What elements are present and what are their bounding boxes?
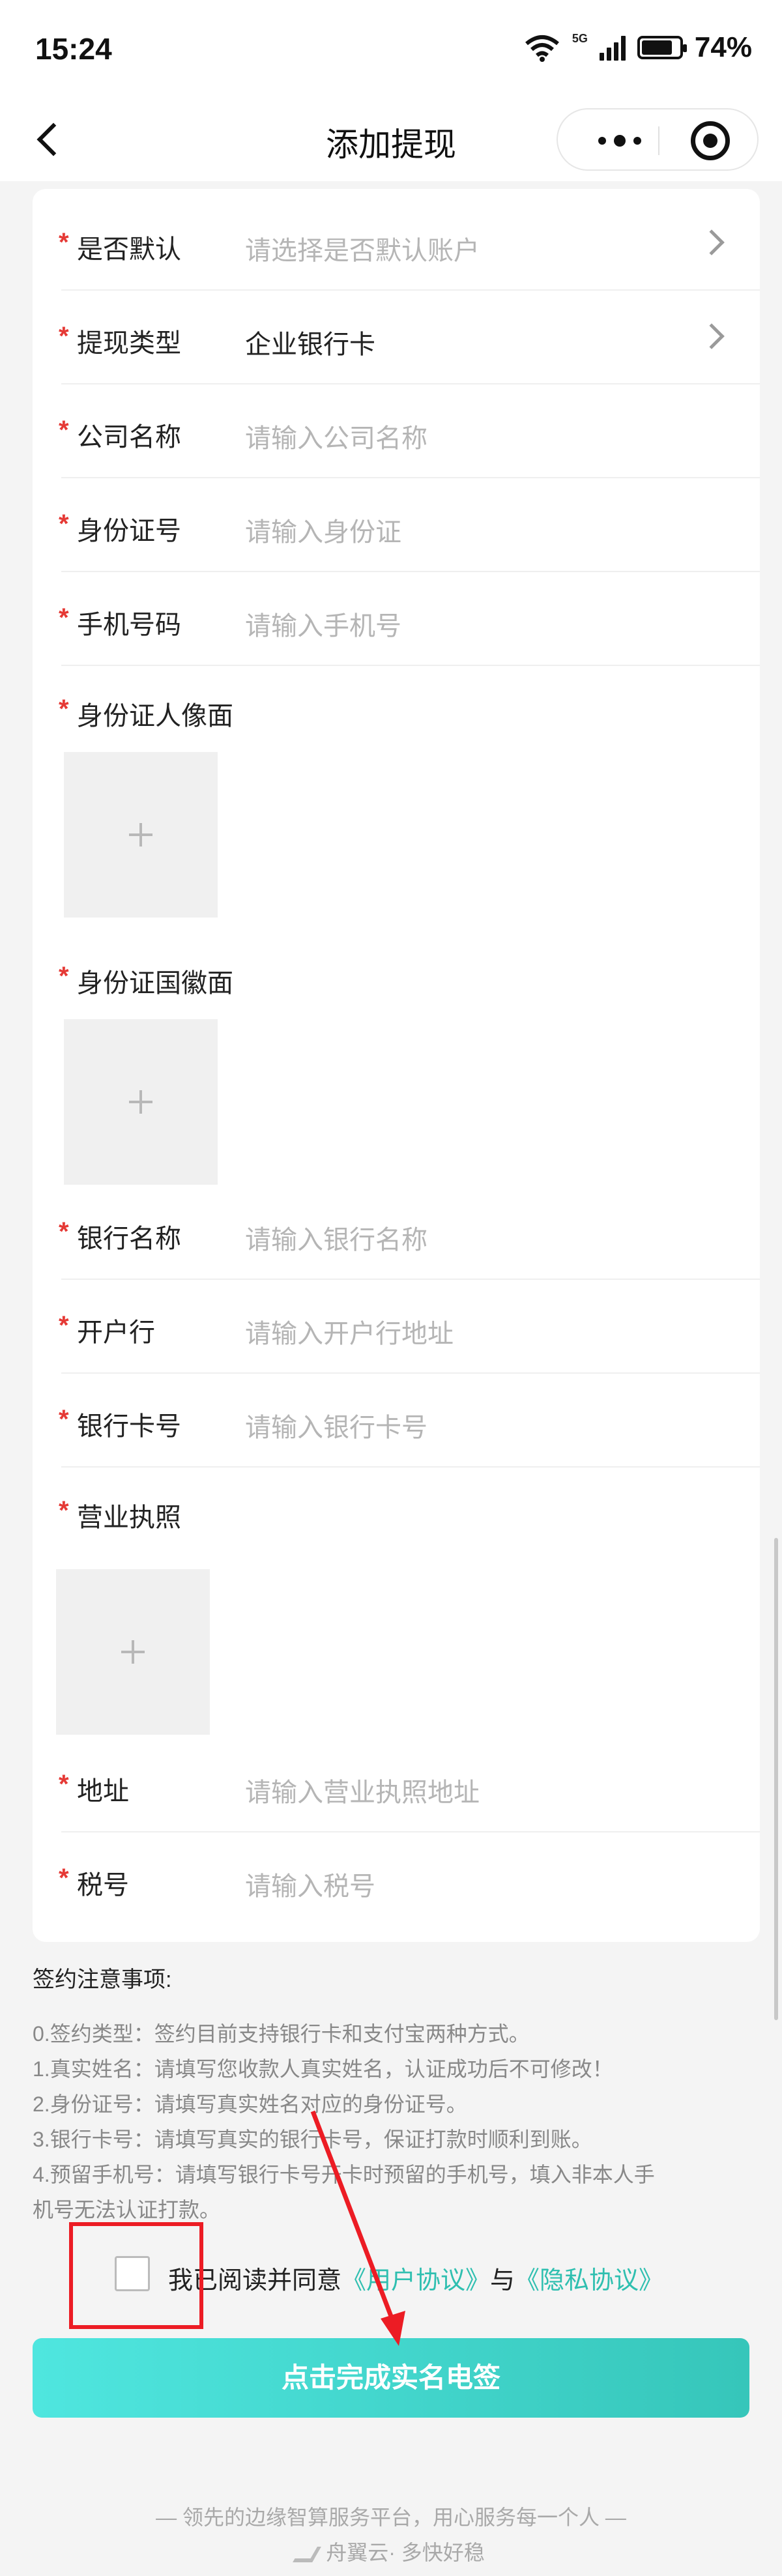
- field-label: 身份证号: [77, 517, 181, 545]
- field-label: 地址: [77, 1777, 129, 1806]
- required-mark: *: [59, 603, 69, 632]
- withdraw-form: * 是否默认 请选择是否默认账户 * 提现类型 企业银行卡 * 公司名称 请输入…: [33, 189, 760, 1942]
- row-company-name: * 公司名称 请输入公司名称: [33, 384, 760, 478]
- required-mark: *: [59, 416, 69, 444]
- id-back-upload[interactable]: [64, 1019, 218, 1185]
- company-name-input[interactable]: 请输入公司名称: [245, 417, 427, 455]
- battery-icon: [637, 36, 687, 59]
- plus-icon-stroke: [139, 1090, 142, 1114]
- row-address: * 地址 请输入营业执照地址: [33, 1739, 760, 1832]
- tax-input[interactable]: 请输入税号: [245, 1865, 375, 1903]
- signing-notice: 签约注意事项: 0.签约类型：签约目前支持银行卡和支付宝两种方式。 1.真实姓名…: [33, 1961, 749, 2221]
- plus-icon-stroke: [132, 1640, 134, 1664]
- field-label: 银行卡号: [77, 1412, 181, 1441]
- field-label: 身份证人像面: [77, 702, 233, 731]
- capsule-divider: [658, 126, 659, 155]
- field-label: 银行名称: [77, 1224, 181, 1253]
- row-default-account[interactable]: * 是否默认 请选择是否默认账户: [33, 197, 760, 291]
- row-license: * 营业执照: [33, 1465, 760, 1532]
- row-id-front: * 身份证人像面: [33, 663, 760, 731]
- card-number-input[interactable]: 请输入银行卡号: [245, 1406, 427, 1444]
- user-agreement-link[interactable]: 《用户协议》: [341, 2267, 490, 2294]
- nav-bar: 添加提现: [0, 98, 782, 181]
- notice-line: 1.真实姓名：请填写您收款人真实姓名，认证成功后不可修改！: [33, 2057, 613, 2081]
- row-branch: * 开户行 请输入开户行地址: [33, 1280, 760, 1374]
- field-label: 是否默认: [77, 235, 181, 264]
- footer-slogan: — 领先的边缘智算服务平台，用心服务每一个人 —: [156, 2506, 626, 2529]
- row-card-number: * 银行卡号 请输入银行卡号: [33, 1374, 760, 1468]
- required-mark: *: [59, 1496, 69, 1525]
- network-label: 5G: [572, 31, 588, 45]
- privacy-agreement-link[interactable]: 《隐私协议》: [515, 2267, 663, 2294]
- notice-line: 2.身份证号：请填写真实姓名对应的身份证号。: [33, 2092, 467, 2116]
- field-label: 开户行: [77, 1318, 155, 1347]
- status-bar: 15:24 5G 74%: [0, 0, 782, 98]
- row-id-back: * 身份证国徽面: [33, 931, 760, 998]
- mini-program-capsule: [557, 108, 759, 171]
- required-mark: *: [59, 322, 69, 351]
- battery-percent: 74%: [694, 31, 752, 63]
- target-icon[interactable]: [691, 121, 730, 160]
- annotation-highlight-box: [69, 2222, 203, 2329]
- chevron-right-icon: [699, 323, 725, 349]
- footer-brand-text: 舟翼云· 多快好稳: [326, 2541, 485, 2564]
- required-mark: *: [59, 1770, 69, 1799]
- row-id-number: * 身份证号 请输入身份证: [33, 478, 760, 572]
- required-mark: *: [59, 228, 69, 257]
- field-label: 提现类型: [77, 329, 181, 358]
- required-mark: *: [59, 1217, 69, 1246]
- field-label: 公司名称: [77, 423, 181, 452]
- battery-level: [641, 40, 672, 55]
- field-label: 手机号码: [77, 611, 181, 639]
- withdraw-type-select[interactable]: 企业银行卡: [245, 323, 375, 361]
- license-upload[interactable]: [56, 1569, 210, 1735]
- bank-name-input[interactable]: 请输入银行名称: [245, 1219, 427, 1256]
- phone-input[interactable]: 请输入手机号: [245, 605, 401, 643]
- brand-logo-icon: [293, 2546, 322, 2562]
- row-bank-name: * 银行名称 请输入银行名称: [33, 1186, 760, 1280]
- plus-icon-stroke: [139, 823, 142, 847]
- agreement-text: 我已阅读并同意《用户协议》与《隐私协议》: [168, 2260, 663, 2296]
- chevron-right-icon: [699, 229, 725, 255]
- notice-line: 机号无法认证打款。: [33, 2198, 221, 2221]
- more-dots-icon[interactable]: [584, 126, 656, 155]
- id-front-upload[interactable]: [64, 752, 218, 918]
- required-mark: *: [59, 510, 69, 538]
- row-phone: * 手机号码 请输入手机号: [33, 572, 760, 666]
- notice-line: 0.签约类型：签约目前支持银行卡和支付宝两种方式。: [33, 2022, 530, 2046]
- scrollbar[interactable]: [774, 1538, 778, 2020]
- required-mark: *: [59, 1311, 69, 1340]
- agreement-and: 与: [490, 2267, 515, 2294]
- notice-line: 4.预留手机号：请填写银行卡号开卡时预留的手机号，填入非本人手: [33, 2163, 655, 2186]
- notice-line: 3.银行卡号：请填写真实的银行卡号，保证打款时顺利到账。: [33, 2128, 592, 2151]
- required-mark: *: [59, 695, 69, 723]
- address-input[interactable]: 请输入营业执照地址: [245, 1771, 480, 1809]
- required-mark: *: [59, 1405, 69, 1434]
- id-number-input[interactable]: 请输入身份证: [245, 511, 401, 549]
- required-mark: *: [59, 1864, 69, 1892]
- wifi-icon: [525, 35, 559, 62]
- status-time: 15:24: [35, 32, 112, 66]
- submit-button[interactable]: 点击完成实名电签: [33, 2338, 749, 2418]
- notice-title: 签约注意事项:: [33, 1967, 172, 1992]
- required-mark: *: [59, 962, 69, 991]
- footer-brand: 舟翼云· 多快好稳: [0, 2536, 782, 2566]
- field-label: 身份证国徽面: [77, 969, 233, 998]
- branch-input[interactable]: 请输入开户行地址: [245, 1312, 454, 1350]
- field-label: 营业执照: [77, 1503, 181, 1532]
- field-label: 税号: [77, 1871, 129, 1900]
- row-withdraw-type[interactable]: * 提现类型 企业银行卡: [33, 291, 760, 384]
- signal-icon: [599, 35, 626, 61]
- default-account-select[interactable]: 请选择是否默认账户: [245, 229, 480, 267]
- status-icons: 5G 74%: [524, 31, 752, 64]
- row-tax: * 税号 请输入税号: [33, 1832, 760, 1926]
